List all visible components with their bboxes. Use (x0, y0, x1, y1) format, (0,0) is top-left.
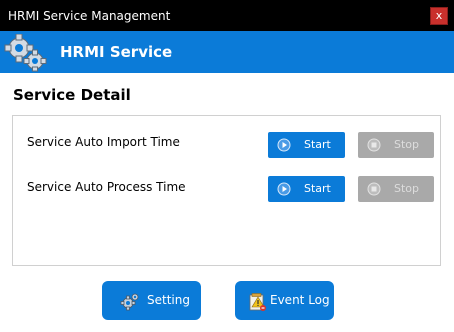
event-log-icon (249, 293, 266, 311)
title-bar: HRMI Service Management x (0, 0, 454, 31)
service-process-label: Service Auto Process Time (27, 180, 186, 194)
event-log-button[interactable]: Event Log (235, 281, 334, 320)
gears-icon (4, 34, 47, 72)
event-log-label: Event Log (270, 293, 330, 307)
process-stop-label: Stop (394, 182, 420, 195)
process-stop-button[interactable]: Stop (358, 176, 434, 202)
process-start-label: Start (304, 182, 331, 195)
banner-title: HRMI Service (60, 43, 173, 61)
process-start-button[interactable]: Start (268, 176, 345, 202)
header-banner: HRMI Service (0, 31, 454, 73)
import-stop-button[interactable]: Stop (358, 132, 434, 158)
service-import-label: Service Auto Import Time (27, 135, 180, 149)
close-button[interactable]: x (430, 7, 448, 25)
setting-label: Setting (147, 293, 190, 307)
setting-button[interactable]: Setting (102, 281, 201, 320)
section-title: Service Detail (13, 86, 131, 104)
stop-icon (367, 138, 381, 152)
stop-icon (367, 182, 381, 196)
window-title: HRMI Service Management (8, 9, 171, 23)
import-stop-label: Stop (394, 138, 420, 151)
settings-gear-icon (120, 293, 139, 311)
import-start-button[interactable]: Start (268, 132, 345, 158)
play-icon (277, 138, 291, 152)
import-start-label: Start (304, 138, 331, 151)
play-icon (277, 182, 291, 196)
